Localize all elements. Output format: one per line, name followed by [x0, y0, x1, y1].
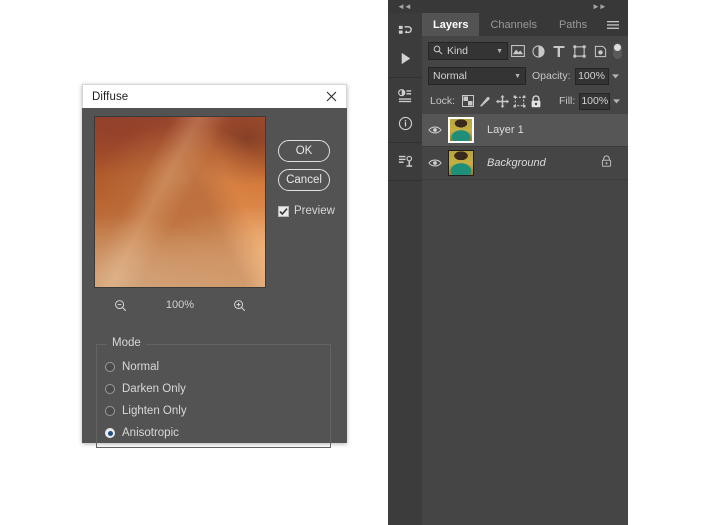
layer-thumbnail-art [450, 119, 472, 141]
lock-row: Lock: Fill: 100% [428, 91, 622, 111]
lock-label: Lock: [430, 95, 456, 107]
layer-name: Layer 1 [487, 124, 524, 136]
radio-label-normal: Normal [122, 361, 160, 373]
fill-field[interactable]: 100% [579, 92, 611, 110]
dock-topbar: ◄◄ ►► [388, 0, 628, 13]
lock-transparent-pixels-icon[interactable] [459, 93, 476, 110]
tab-paths[interactable]: Paths [548, 13, 598, 36]
diffuse-dialog: Diffuse 100% OK Cancel Preview Mode Norm… [82, 84, 347, 448]
collapsed-panel-rail [388, 13, 423, 525]
opacity-label: Opacity: [532, 70, 571, 82]
layers-panel-header: Kind ▼ Normal ▼ Opacity: 100% Lock: Fill… [422, 36, 628, 115]
layer-thumbnail[interactable] [448, 117, 474, 143]
fill-label: Fill: [558, 95, 576, 107]
radio-mark-normal[interactable] [105, 362, 115, 372]
layers-list: Layer 1 Background [422, 114, 628, 525]
mode-legend: Mode [107, 337, 146, 349]
layer-thumbnail-art [449, 151, 473, 175]
filter-adjustment-icon[interactable] [528, 42, 548, 60]
close-icon[interactable] [316, 85, 346, 107]
rail-group-2 [388, 78, 422, 143]
radio-label-darken-only: Darken Only [122, 383, 186, 395]
eye-icon[interactable] [422, 158, 448, 168]
dialog-title: Diffuse [92, 90, 129, 103]
radio-mark-lighten-only[interactable] [105, 406, 115, 416]
table-row[interactable]: Background [422, 147, 628, 180]
panel-menu-icon[interactable] [604, 13, 622, 36]
tab-layers[interactable]: Layers [422, 13, 480, 36]
eye-icon[interactable] [422, 125, 448, 135]
opacity-chevron-down-icon[interactable] [609, 68, 622, 85]
properties-icon[interactable] [388, 148, 422, 175]
filter-type-icon[interactable] [549, 42, 569, 60]
radio-anisotropic[interactable]: Anisotropic [105, 425, 179, 441]
radio-label-anisotropic: Anisotropic [122, 427, 179, 439]
radio-mark-anisotropic[interactable] [105, 428, 115, 438]
rail-group-3 [388, 143, 422, 181]
lock-image-pixels-icon[interactable] [476, 93, 493, 110]
lock-artboard-nesting-icon[interactable] [511, 93, 528, 110]
ok-button[interactable]: OK [278, 140, 330, 162]
panel-dock: ◄◄ ►► Layers Channels Paths Kind ▼ Norma… [388, 0, 628, 525]
filter-preview-image [95, 117, 265, 287]
layer-thumbnail[interactable] [448, 150, 474, 176]
chevron-double-right-icon[interactable]: ►► [592, 0, 607, 13]
padlock-icon[interactable] [601, 154, 612, 172]
filter-smart-object-icon[interactable] [590, 42, 610, 60]
zoom-in-icon[interactable] [232, 297, 248, 313]
blend-mode-value: Normal [433, 70, 467, 82]
preview-image-frame[interactable] [94, 116, 266, 288]
zoom-controls: 100% [94, 294, 266, 316]
lock-all-icon[interactable] [528, 93, 545, 110]
zoom-out-icon[interactable] [112, 297, 128, 313]
lock-position-icon[interactable] [493, 93, 510, 110]
panel-tabs: Layers Channels Paths [422, 13, 628, 36]
info-icon[interactable] [388, 110, 422, 137]
radio-normal[interactable]: Normal [105, 359, 159, 375]
blend-mode-row: Normal ▼ Opacity: 100% [428, 66, 622, 86]
dialog-titlebar: Diffuse [82, 84, 347, 108]
layer-name: Background [487, 157, 546, 169]
filter-enable-toggle[interactable] [613, 43, 623, 59]
adjustments-icon[interactable] [388, 83, 422, 110]
search-icon [433, 45, 443, 58]
radio-label-lighten-only: Lighten Only [122, 405, 187, 417]
filter-pixel-icon[interactable] [508, 42, 528, 60]
chevron-down-icon[interactable]: ▼ [496, 48, 503, 55]
filter-kind-label: Kind [447, 45, 469, 57]
chevron-double-left-icon[interactable]: ◄◄ [397, 0, 412, 13]
zoom-level-label: 100% [165, 299, 195, 311]
radio-darken-only[interactable]: Darken Only [105, 381, 186, 397]
preview-checkbox-row[interactable]: Preview [278, 205, 335, 217]
filter-kind-select[interactable]: Kind ▼ [428, 42, 508, 60]
layers-panel: Layers Channels Paths Kind ▼ Normal ▼ Op… [422, 13, 628, 525]
radio-lighten-only[interactable]: Lighten Only [105, 403, 187, 419]
preview-checkbox[interactable] [278, 205, 289, 217]
preview-label: Preview [294, 205, 335, 217]
table-row[interactable]: Layer 1 [422, 114, 628, 147]
chevron-down-icon[interactable]: ▼ [514, 73, 521, 80]
radio-mark-darken-only[interactable] [105, 384, 115, 394]
layer-filter-row: Kind ▼ [428, 41, 623, 61]
tab-channels[interactable]: Channels [479, 13, 547, 36]
history-icon[interactable] [388, 18, 422, 45]
fill-chevron-down-icon[interactable] [610, 93, 622, 110]
rail-group-1 [388, 13, 422, 78]
opacity-field[interactable]: 100% [574, 67, 609, 85]
cancel-button[interactable]: Cancel [278, 169, 330, 191]
actions-play-icon[interactable] [388, 45, 422, 72]
filter-shape-icon[interactable] [569, 42, 589, 60]
dialog-body: 100% OK Cancel Preview Mode Normal Darke… [82, 108, 347, 448]
mode-fieldset: Mode Normal Darken Only Lighten Only Ani… [96, 337, 331, 448]
blend-mode-select[interactable]: Normal ▼ [428, 67, 526, 85]
